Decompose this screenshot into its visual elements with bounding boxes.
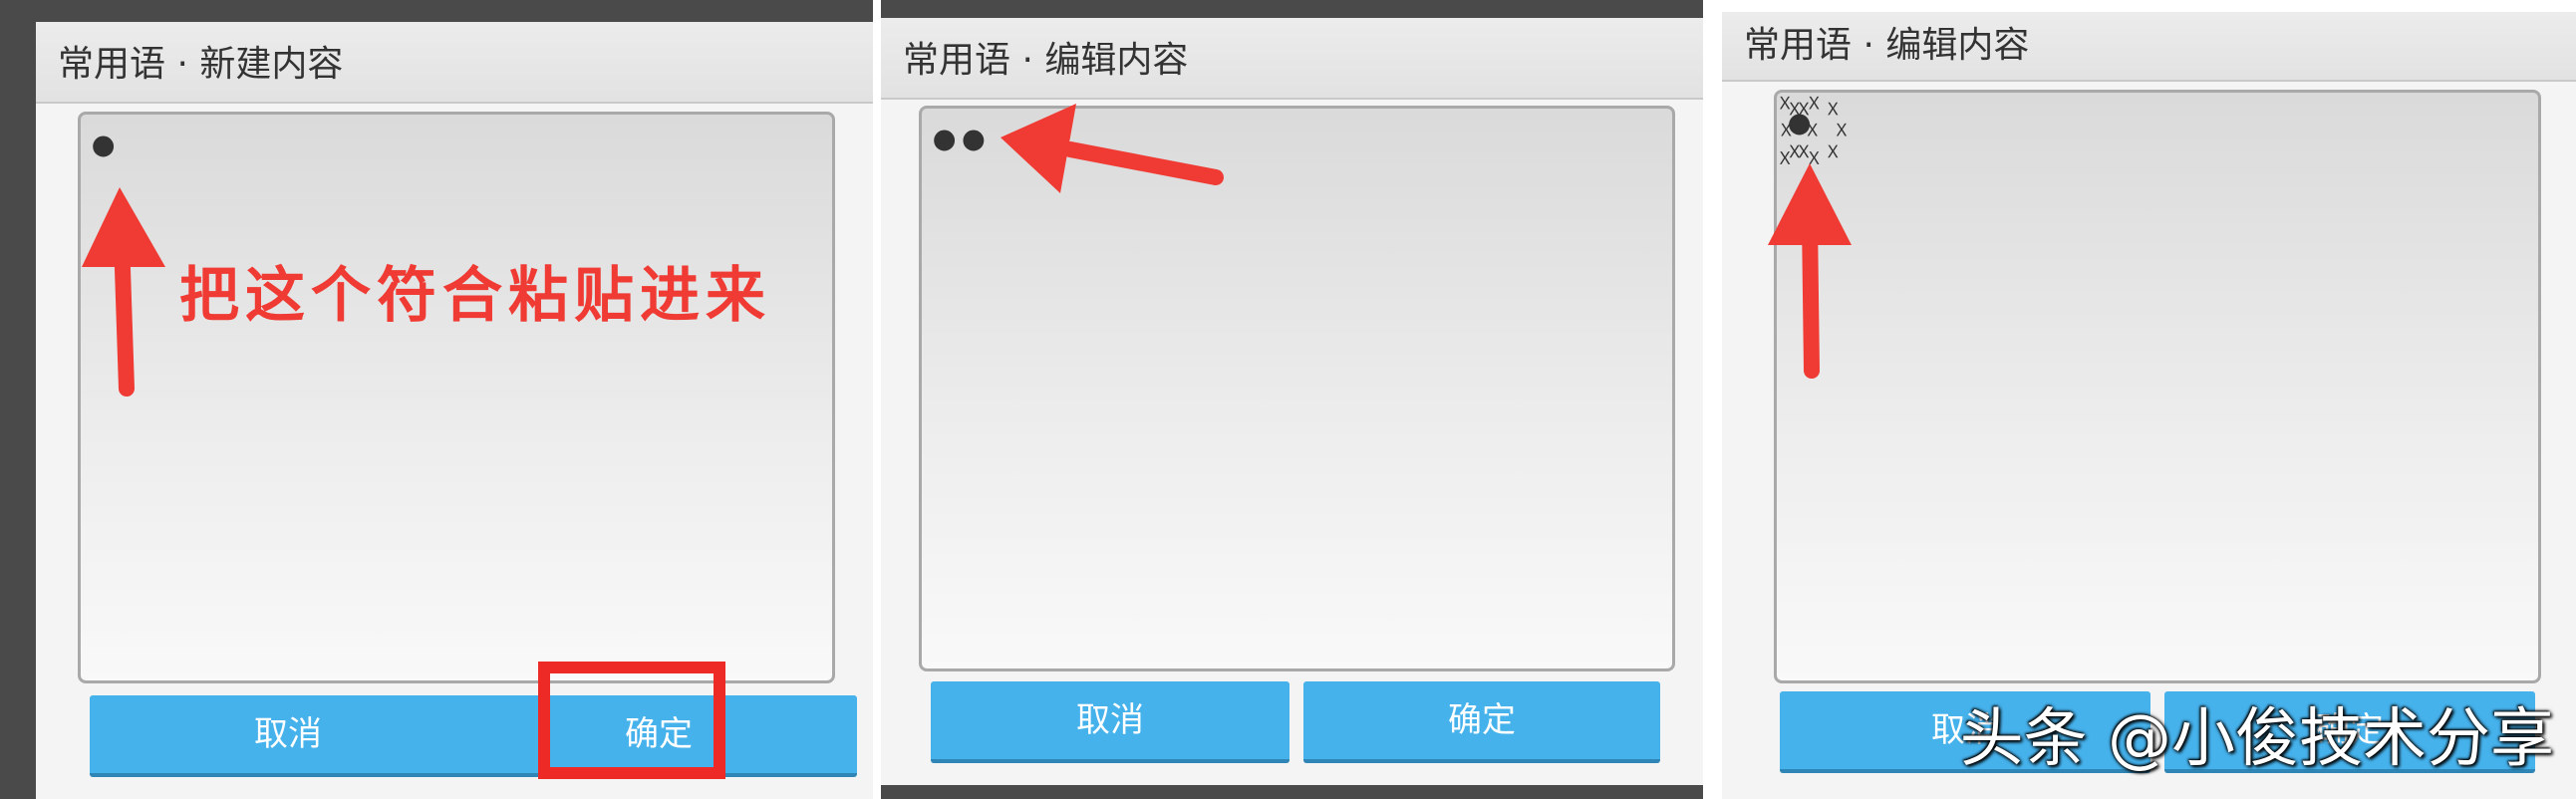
phrase-dialog: 常用语 · 新建内容 ꔷ 取消 确定 (36, 22, 873, 799)
pasted-symbol: ꔷꔷ (930, 108, 989, 177)
dialog-title: 常用语 · 新建内容 (36, 22, 873, 104)
pasted-symbol: ꔷ (89, 114, 119, 183)
screenshot-panel-edit: 常用语 · 编辑内容 ꔷꔷ 取消 确定 (881, 0, 1703, 799)
content-textarea[interactable]: ꔷ (78, 112, 835, 683)
annotation-text: 把这个符合粘贴进来 (179, 261, 771, 331)
cancel-button[interactable]: 取消 (90, 695, 486, 777)
confirm-highlight-box (538, 662, 725, 779)
content-textarea[interactable]: ꔷꔷ (919, 106, 1675, 671)
dialog-title: 常用语 · 编辑内容 (881, 18, 1703, 100)
dialog-title: 常用语 · 编辑内容 (1722, 12, 2576, 82)
cancel-button[interactable]: 取消 (931, 681, 1289, 763)
content-textarea[interactable]: ꙰ꔷ꙰ (1774, 90, 2541, 683)
screenshot-panel-edit-result: 常用语 · 编辑内容 ꙰ꔷ꙰ 取消 确定 头条 @小俊技术分享 (1710, 0, 2576, 799)
phrase-dialog: 常用语 · 编辑内容 ꙰ꔷ꙰ 取消 确定 (1722, 12, 2576, 799)
confirm-button[interactable]: 确定 (1303, 681, 1660, 763)
watermark: 头条 @小俊技术分享 (1959, 702, 2554, 776)
screenshot-panel-new: 常用语 · 新建内容 ꔷ 取消 确定 把这个符合粘贴进来 (0, 0, 873, 799)
phrase-dialog: 常用语 · 编辑内容 ꔷꔷ 取消 确定 (881, 18, 1703, 785)
pasted-symbol: ꙰ꔷ꙰ (1785, 92, 1815, 161)
